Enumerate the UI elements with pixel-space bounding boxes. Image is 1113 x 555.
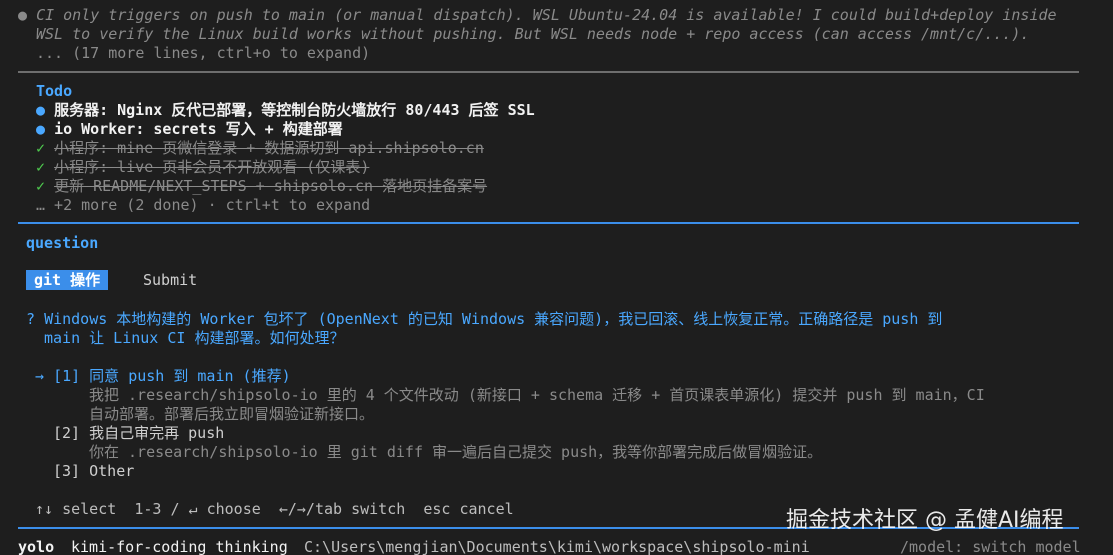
keyboard-hint: ↑↓ select 1-3 / ↵ choose ←/→/tab switch …: [35, 500, 514, 518]
cwd-path: C:\Users\mengjian\Documents\kimi\workspa…: [304, 538, 810, 555]
status-hint: /model: switch model: [900, 538, 1081, 555]
option-desc: 自动部署。部署后我立即冒烟验证新接口。: [89, 405, 375, 423]
todo-item-text: 服务器: Nginx 反代已部署，等控制台防火墙放行 80/443 后签 SSL: [54, 101, 535, 119]
todo-item-done: ✓ 更新 README/NEXT_STEPS + shipsolo.cn 落地页…: [36, 177, 487, 196]
todo-pending-icon: ●: [36, 101, 46, 119]
watermark: 掘金技术社区 @ 孟健AI编程: [786, 508, 1064, 533]
todo-pending-icon: ●: [36, 120, 46, 138]
todo-more-hint[interactable]: … +2 more (2 done) · ctrl+t to expand: [36, 196, 370, 215]
check-icon: ✓: [36, 177, 46, 195]
question-mark-icon: ?: [26, 310, 36, 328]
log-bullet: ●: [18, 6, 28, 24]
mode-indicator[interactable]: yolo: [18, 538, 54, 555]
option-2[interactable]: [2] 我自己审完再 push: [53, 424, 224, 443]
option-label: [1] 同意 push 到 main (推荐): [53, 367, 291, 385]
option-desc: 你在 .research/shipsolo-io 里 git diff 审一遍后…: [89, 443, 823, 461]
option-3[interactable]: [3] Other: [53, 462, 134, 481]
check-icon: ✓: [36, 158, 46, 176]
tab-git-operation[interactable]: git 操作: [26, 270, 109, 290]
question-prompt-text: Windows 本地构建的 Worker 包坏了 (OpenNext 的已知 W…: [44, 310, 943, 328]
todo-item-text: io Worker: secrets 写入 + 构建部署: [54, 120, 343, 138]
status-bar: yolo kimi-for-coding thinking C:\Users\m…: [18, 536, 1098, 555]
todo-item-text: 小程序: mine 页微信登录 + 数据源切到 api.shipsolo.cn: [54, 139, 484, 157]
log-line-1: ● CI only triggers on push to main (or m…: [18, 6, 1057, 25]
todo-item-done: ✓ 小程序: mine 页微信登录 + 数据源切到 api.shipsolo.c…: [36, 139, 484, 158]
question-prompt: ? Windows 本地构建的 Worker 包坏了 (OpenNext 的已知…: [26, 310, 942, 329]
model-indicator[interactable]: kimi-for-coding thinking: [71, 538, 288, 555]
todo-title: Todo: [36, 82, 73, 100]
todo-item-text: 更新 README/NEXT_STEPS + shipsolo.cn 落地页挂备…: [54, 177, 488, 195]
log-text-1: CI only triggers on push to main (or man…: [36, 6, 1057, 24]
todo-item: ● 服务器: Nginx 反代已部署，等控制台防火墙放行 80/443 后签 S…: [36, 101, 535, 120]
tab-submit[interactable]: Submit: [143, 270, 197, 290]
todo-item-done: ✓ 小程序: live 页非会员不开放观看 (仅课表): [36, 158, 369, 177]
question-divider-top: [18, 222, 1079, 224]
todo-item-text: 小程序: live 页非会员不开放观看 (仅课表): [54, 158, 370, 176]
todo-item: ● io Worker: secrets 写入 + 构建部署: [36, 120, 343, 139]
question-prompt-cont: main 让 Linux CI 构建部署。如何处理？: [44, 329, 345, 347]
divider-top: [18, 71, 1079, 73]
option-desc: 我把 .research/shipsolo-io 里的 4 个文件改动 (新接口…: [89, 386, 985, 404]
log-line-2: WSL to verify the Linux build works with…: [36, 25, 1030, 43]
arrow-right-icon: →: [35, 367, 45, 385]
question-header: question: [26, 234, 99, 252]
check-icon: ✓: [36, 139, 46, 157]
option-1[interactable]: → [1] 同意 push 到 main (推荐): [35, 367, 291, 386]
log-more-hint[interactable]: ... (17 more lines, ctrl+o to expand): [36, 44, 370, 63]
